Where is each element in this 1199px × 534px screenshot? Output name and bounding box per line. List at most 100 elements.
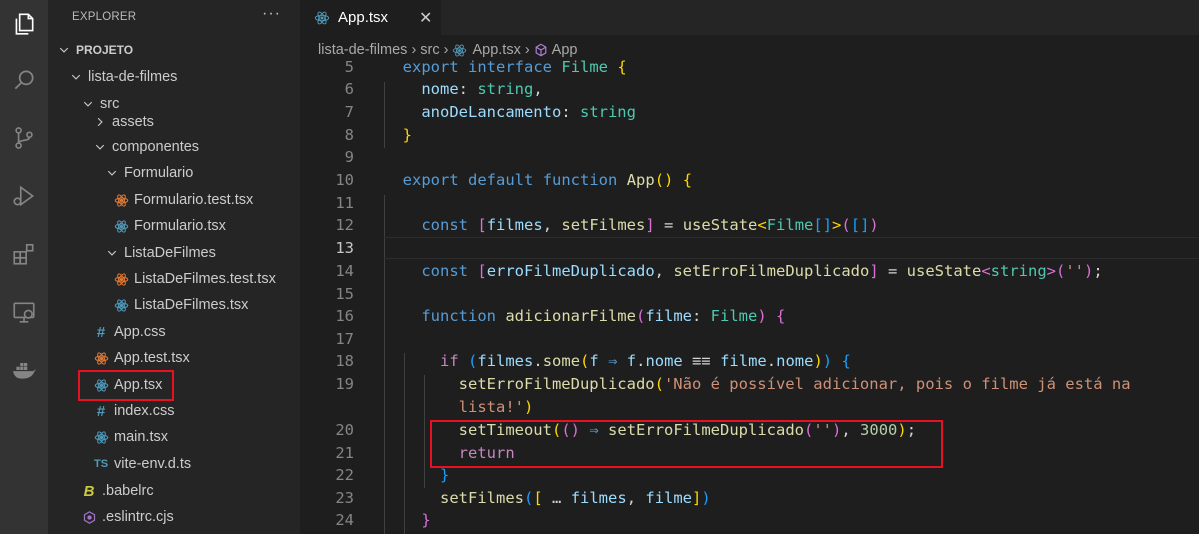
source-control-icon[interactable] bbox=[0, 114, 48, 162]
code-line[interactable]: setErroFilmeDuplicado('Não é possível ad… bbox=[384, 373, 1131, 395]
code-line[interactable]: } bbox=[384, 124, 412, 146]
code-token: : bbox=[692, 307, 711, 325]
tree-file[interactable]: main.tsx bbox=[48, 424, 300, 450]
breadcrumb-symbol[interactable]: App bbox=[552, 42, 578, 58]
code-token: > bbox=[832, 216, 842, 234]
code-line[interactable]: } bbox=[384, 509, 430, 531]
code-token: string bbox=[477, 80, 534, 98]
tree-file[interactable]: ListaDeFilmes.tsx bbox=[48, 292, 300, 318]
more-actions-icon[interactable]: ··· bbox=[262, 5, 281, 23]
breadcrumb-folder[interactable]: lista-de-filmes bbox=[318, 42, 407, 58]
code-token: adicionarFilme bbox=[505, 307, 636, 325]
react-file-icon bbox=[112, 217, 130, 235]
close-icon[interactable]: ✕ bbox=[419, 8, 432, 28]
tree-file[interactable]: # index.css bbox=[48, 398, 300, 424]
chevron-right-icon: › bbox=[411, 42, 417, 58]
code-token: ⇒ bbox=[608, 352, 618, 370]
code-token: [ bbox=[477, 216, 487, 234]
extensions-icon[interactable] bbox=[0, 230, 48, 278]
code-token: ( bbox=[635, 307, 646, 325]
tree-item-label: App.css bbox=[114, 324, 166, 340]
tree-folder[interactable]: componentes bbox=[48, 134, 300, 160]
code-token: ] bbox=[692, 489, 702, 507]
line-number: 18 bbox=[335, 352, 354, 370]
code-token: function bbox=[421, 307, 496, 325]
code-token: < bbox=[981, 262, 991, 280]
tab-app-tsx[interactable]: App.tsx ✕ bbox=[300, 0, 441, 35]
code-line[interactable]: function adicionarFilme(filme: Filme) { bbox=[384, 305, 785, 327]
code-token: ( bbox=[524, 489, 534, 507]
tree-item-label: ListaDeFilmes.test.tsx bbox=[134, 271, 276, 287]
code-line[interactable]: const [erroFilmeDuplicado, setErroFilmeD… bbox=[384, 260, 1102, 282]
tree-file[interactable]: TS vite-env.d.ts bbox=[48, 451, 300, 477]
code-editor[interactable]: 5 export interface Filme {6 nome: string… bbox=[300, 60, 1199, 534]
code-token: [] bbox=[850, 216, 870, 234]
eslint-file-icon bbox=[80, 508, 98, 526]
remote-explorer-icon[interactable] bbox=[0, 288, 48, 336]
code-line[interactable]: anoDeLancamento: string bbox=[384, 101, 636, 123]
explorer-sidebar: EXPLORER ··· PROJETO lista-de-filmes src as… bbox=[48, 0, 300, 534]
tree-item-label: PROJETO bbox=[76, 43, 134, 57]
line-number: 10 bbox=[335, 171, 354, 189]
line-number: 15 bbox=[335, 285, 354, 303]
tree-file[interactable]: B .babelrc bbox=[48, 478, 300, 504]
search-icon[interactable] bbox=[0, 56, 48, 104]
code-token: erroFilmeDuplicado bbox=[486, 262, 655, 280]
line-number: 6 bbox=[344, 80, 354, 98]
tree-file[interactable]: Formulario.tsx bbox=[48, 213, 300, 239]
code-line[interactable]: if (filmes.some(f ⇒ f.nome ≡≡ filme.nome… bbox=[384, 350, 851, 372]
tree-folder[interactable]: lista-de-filmes bbox=[48, 64, 300, 90]
tree-file[interactable]: Formulario.test.tsx bbox=[48, 187, 300, 213]
explorer-icon[interactable] bbox=[0, 0, 48, 48]
code-token: nome bbox=[645, 352, 683, 370]
code-token: f bbox=[626, 352, 637, 370]
line-number: 21 bbox=[335, 444, 354, 462]
code-token: lista!' bbox=[458, 398, 524, 416]
chevron-right-icon bbox=[92, 116, 108, 128]
code-token: ( bbox=[1056, 262, 1066, 280]
react-file-icon bbox=[452, 43, 467, 58]
breadcrumb-file[interactable]: App.tsx bbox=[472, 42, 520, 58]
tab-label: App.tsx bbox=[338, 9, 389, 26]
project-root[interactable]: PROJETO bbox=[48, 37, 300, 63]
chevron-right-icon: › bbox=[524, 42, 530, 58]
tree-folder[interactable]: assets bbox=[48, 109, 300, 135]
code-line[interactable]: export default function App() { bbox=[384, 169, 692, 191]
docker-icon[interactable] bbox=[0, 346, 48, 394]
tree-item-label: ListaDeFilmes.tsx bbox=[134, 297, 249, 313]
code-token: const bbox=[421, 262, 468, 280]
code-token: { bbox=[617, 60, 627, 76]
line-number: 11 bbox=[335, 194, 354, 212]
tab-bar: App.tsx ✕ bbox=[300, 0, 1199, 35]
code-line[interactable]: export interface Filme { bbox=[384, 60, 627, 78]
tree-folder[interactable]: Formulario bbox=[48, 160, 300, 186]
run-debug-icon[interactable] bbox=[0, 172, 48, 220]
code-line[interactable]: lista!') bbox=[384, 396, 534, 418]
line-number: 7 bbox=[344, 103, 354, 121]
code-line[interactable]: nome: string, bbox=[384, 78, 542, 100]
tree-file[interactable]: App.test.tsx bbox=[48, 345, 300, 371]
tree-folder[interactable]: ListaDeFilmes bbox=[48, 240, 300, 266]
code-token: string bbox=[990, 262, 1047, 280]
breadcrumb-folder[interactable]: src bbox=[420, 42, 439, 58]
chevron-down-icon bbox=[104, 247, 120, 259]
code-line[interactable]: const [filmes, setFilmes] = useState<Fil… bbox=[384, 214, 878, 236]
code-token: , bbox=[542, 216, 562, 234]
line-number: 23 bbox=[335, 489, 354, 507]
code-line[interactable]: setFilmes([ … filmes, filme]) bbox=[384, 487, 711, 509]
tree-file[interactable]: # App.css bbox=[48, 319, 300, 345]
code-token: default bbox=[468, 171, 534, 189]
code-token: { bbox=[841, 352, 851, 370]
tree-file[interactable]: ListaDeFilmes.test.tsx bbox=[48, 266, 300, 292]
tree-file[interactable]: .eslintrc.cjs bbox=[48, 504, 300, 530]
react-file-icon bbox=[92, 428, 110, 446]
code-token: { bbox=[776, 307, 786, 325]
code-token: useState bbox=[682, 216, 758, 234]
highlight-box bbox=[430, 420, 943, 468]
